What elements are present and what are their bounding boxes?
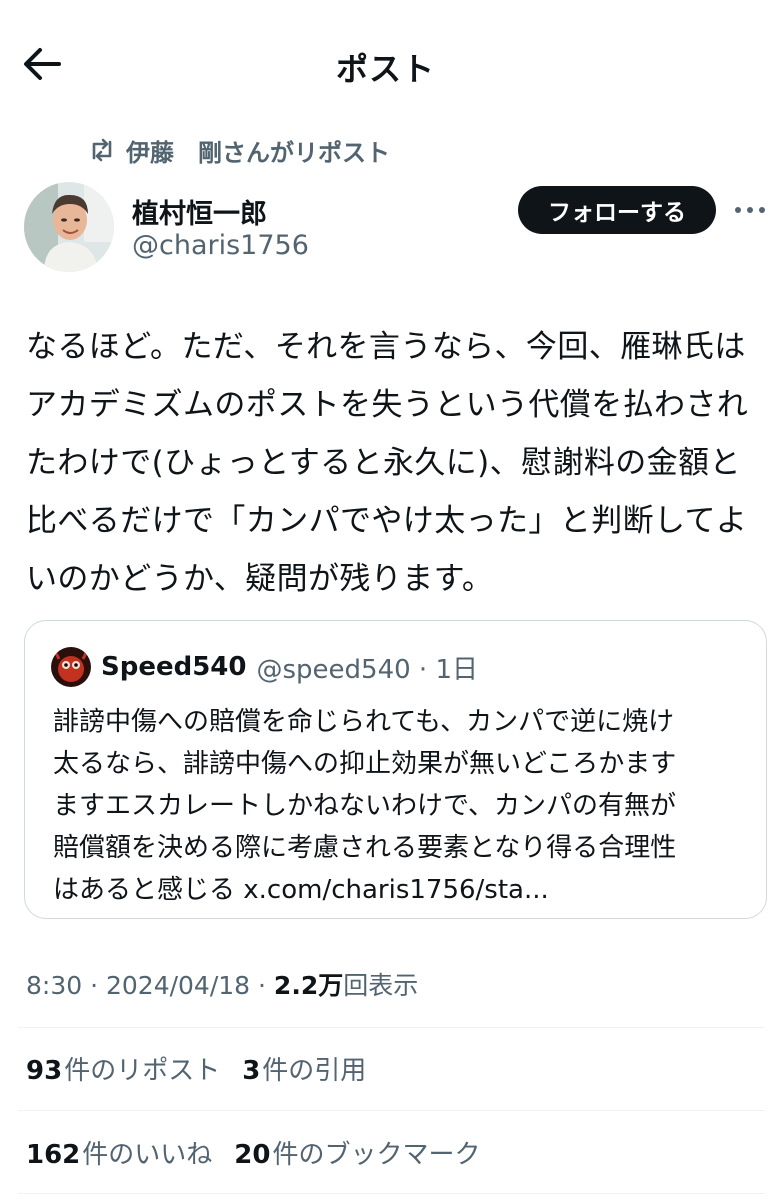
bookmarks-stat[interactable]: 20 件のブックマーク xyxy=(234,1134,480,1171)
quoted-post-text: 誹謗中傷への賠償を命じられても、カンパで逆に焼け 太るなら、誹謗中傷への抑止効果… xyxy=(53,707,677,905)
quoted-author-handle: @speed540 · 1日 xyxy=(256,654,479,685)
quotes-count: 3 xyxy=(242,1056,261,1086)
views-label: 回表示 xyxy=(343,971,419,1000)
stats-row-likes: 162 件のいいね 20 件のブックマーク xyxy=(26,1134,503,1171)
quotes-label: 件の引用 xyxy=(262,1056,367,1086)
post-timestamp: 8:30 · 2024/04/18 · xyxy=(26,971,274,1000)
author-handle[interactable]: @charis1756 xyxy=(132,230,309,261)
quoted-post[interactable]: Speed540 @speed540 · 1日 誹謗中傷への賠償を命じられても、… xyxy=(24,620,767,919)
author-row: 植村恒一郎 @charis1756 フォローする xyxy=(24,182,765,274)
divider xyxy=(18,1027,765,1028)
likes-label: 件のいいね xyxy=(82,1140,213,1170)
quoted-post-header: Speed540 @speed540 · 1日 xyxy=(51,645,478,689)
reposts-stat[interactable]: 93 件のリポスト xyxy=(26,1050,220,1087)
more-icon xyxy=(735,207,765,213)
likes-count: 162 xyxy=(26,1140,81,1170)
divider xyxy=(18,1110,765,1111)
follow-button[interactable]: フォローする xyxy=(518,186,716,234)
repost-icon xyxy=(92,138,112,162)
bookmarks-label: 件のブックマーク xyxy=(272,1140,481,1170)
quoted-author-name: Speed540 xyxy=(101,652,247,682)
repost-indicator[interactable]: 伊藤 剛さんがリポスト xyxy=(88,132,390,168)
reposts-label: 件のリポスト xyxy=(64,1056,221,1086)
more-button[interactable] xyxy=(732,192,768,228)
divider xyxy=(18,1193,765,1194)
avatar[interactable] xyxy=(24,182,114,272)
repost-text: 伊藤 剛さんがリポスト xyxy=(126,138,390,167)
page-title: ポスト xyxy=(335,50,435,88)
top-bar: ポスト xyxy=(0,0,771,128)
quotes-stat[interactable]: 3 件の引用 xyxy=(242,1050,366,1087)
author-name[interactable]: 植村恒一郎 xyxy=(132,192,267,231)
likes-stat[interactable]: 162 件のいいね xyxy=(26,1134,212,1171)
views-count: 2.2万 xyxy=(273,971,344,1000)
post-text: なるほど。ただ、それを言うなら、今回、雁琳氏は アカデミズムのポストを失うという… xyxy=(26,329,749,597)
reposts-count: 93 xyxy=(26,1056,63,1086)
stats-row-reposts: 93 件のリポスト 3 件の引用 xyxy=(26,1050,388,1087)
quoted-avatar xyxy=(51,647,91,687)
bookmarks-count: 20 xyxy=(234,1140,271,1170)
post-meta: 8:30 · 2024/04/18 · 2.2万 回表示 xyxy=(26,966,418,1002)
